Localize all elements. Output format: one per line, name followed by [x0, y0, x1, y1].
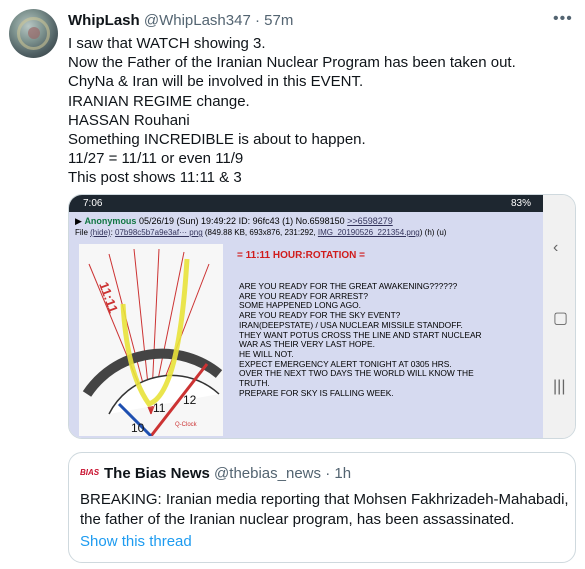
show-thread-link[interactable]: Show this thread [80, 532, 192, 551]
tweet-line: Now the Father of the Iranian Nuclear Pr… [68, 54, 516, 72]
tweet: WhipLash @WhipLash347 · 57m ••• I saw th… [0, 0, 585, 569]
post-id: ID: 96fc43 (1) [238, 216, 294, 226]
bias-news-avatar[interactable]: BIAS [80, 466, 99, 480]
post-number: No.6598150 [295, 216, 345, 226]
quoted-header-separator: · [325, 465, 331, 482]
phone-status-bar: 7:06 83% [69, 195, 543, 212]
back-icon: ‹ [553, 239, 559, 256]
author-name[interactable]: WhipLash [68, 12, 140, 29]
quoted-tweet-text: BREAKING: Iranian media reporting that M… [80, 491, 569, 528]
file-hide-link: (hide) [90, 228, 111, 237]
avatar-center [28, 27, 40, 39]
more-horizontal-icon[interactable]: ••• [553, 10, 573, 28]
file-tail: ) (h) (u) [419, 228, 447, 237]
post-heading: = 11:11 HOUR:ROTATION = [237, 250, 365, 261]
status-time: 7:06 [83, 198, 103, 209]
post-body: ARE YOU READY FOR THE GREAT AWAKENING???… [239, 281, 482, 398]
post-line: OVER THE NEXT TWO DAYS THE WORLD WILL KN… [239, 368, 474, 379]
tweet-line: This post shows 11:11 & 3 [68, 169, 242, 187]
recents-icon: ||| [553, 378, 566, 395]
q-clock-image: 11:11 11 12 10 Q-Clock [79, 244, 223, 436]
quoted-author-name[interactable]: The Bias News [104, 465, 210, 482]
tweet-media-image[interactable]: 7:06 83% ▶ Anonymous 05/26/19 (Sun) 19:4… [68, 194, 576, 439]
clock-label-qclock: Q-Clock [175, 422, 198, 428]
quoted-tweet-time[interactable]: 1h [334, 465, 351, 482]
author-handle[interactable]: @WhipLash347 [144, 12, 251, 29]
post-arrow-icon: ▶ [75, 216, 82, 226]
status-battery: 83% [510, 198, 531, 209]
home-icon: ▢ [553, 310, 569, 327]
post-author: Anonymous [84, 216, 137, 226]
post-header: ▶ Anonymous 05/26/19 (Sun) 19:49:22 ID: … [75, 216, 393, 227]
post-line: PREPARE FOR SKY IS FALLING WEEK. [239, 387, 394, 398]
header-separator: · [254, 12, 260, 29]
tweet-line: IRANIAN REGIME change. [68, 92, 250, 110]
quoted-tweet[interactable]: BIAS The Bias News @thebias_news · 1h BR… [68, 452, 576, 563]
post-date: 05/26/19 (Sun) 19:49:22 [138, 216, 237, 226]
phone-nav-bar: ‹ ▢ ||| [543, 195, 575, 438]
quoted-tweet-header: The Bias News @thebias_news · 1h [104, 465, 351, 483]
file-name: 07b98c5b7a9e3af··· png [115, 228, 203, 237]
clock-label-10: 10 [131, 421, 145, 435]
tweet-line: 11/27 = 11/11 or even 11/9 [68, 150, 244, 168]
tweet-line: HASSAN Rouhani [68, 111, 190, 129]
tweet-text: I saw that WATCH showing 3. Now the Fath… [68, 34, 573, 188]
clock-label-12: 12 [183, 393, 197, 407]
tweet-line: Something INCREDIBLE is about to happen. [68, 131, 366, 149]
quoted-author-handle[interactable]: @thebias_news [214, 465, 321, 482]
post-file-line: File (hide): 07b98c5b7a9e3af··· png (849… [75, 228, 447, 237]
file-meta: (849.88 KB, 693x876, 231:292, [204, 228, 316, 237]
tweet-line: ChyNa & Iran will be involved in this EV… [68, 73, 364, 91]
post-reply-link: >>6598279 [347, 216, 393, 226]
clock-label-11: 11 [153, 401, 166, 415]
tweet-line: I saw that WATCH showing 3. [68, 35, 266, 52]
author-avatar[interactable] [9, 9, 58, 58]
tweet-header: WhipLash @WhipLash347 · 57m [68, 12, 293, 30]
file-label: File [75, 228, 88, 237]
imageboard-post: ▶ Anonymous 05/26/19 (Sun) 19:49:22 ID: … [69, 212, 543, 438]
file-image-name: IMG_20190526_221354.png [317, 228, 420, 237]
tweet-time[interactable]: 57m [264, 12, 293, 29]
